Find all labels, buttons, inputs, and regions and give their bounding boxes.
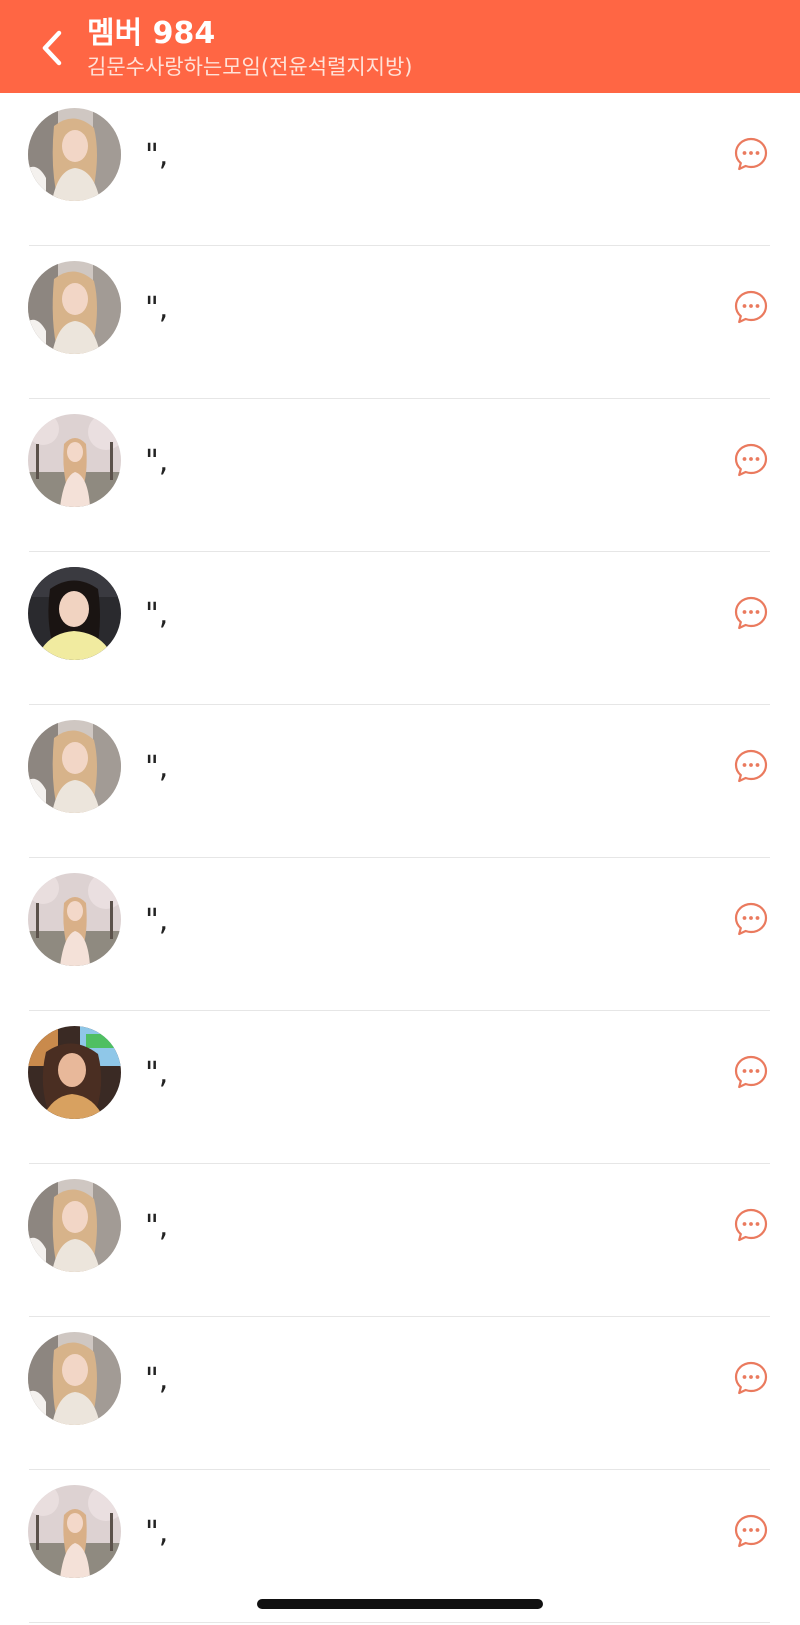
member-row[interactable]: ", bbox=[0, 246, 800, 399]
chat-bubble-ellipsis-icon bbox=[733, 749, 769, 788]
chat-bubble-ellipsis-icon bbox=[733, 902, 769, 941]
member-row[interactable]: ", bbox=[0, 399, 800, 552]
member-name: ", bbox=[145, 291, 169, 326]
member-row[interactable]: ", bbox=[0, 93, 800, 246]
chat-button[interactable] bbox=[733, 1513, 769, 1549]
member-avatar[interactable] bbox=[28, 1179, 121, 1272]
member-avatar[interactable] bbox=[28, 720, 121, 813]
group-name: 김문수사랑하는모임(전윤석렬지지방) bbox=[87, 55, 413, 79]
member-avatar[interactable] bbox=[28, 873, 121, 966]
member-row[interactable]: ", bbox=[0, 1011, 800, 1164]
chat-button[interactable] bbox=[733, 1360, 769, 1396]
chat-bubble-ellipsis-icon bbox=[733, 1208, 769, 1247]
chat-button[interactable] bbox=[733, 748, 769, 784]
member-avatar[interactable] bbox=[28, 108, 121, 201]
chevron-left-icon bbox=[42, 30, 62, 66]
member-avatar[interactable] bbox=[28, 1332, 121, 1425]
chat-button[interactable] bbox=[733, 136, 769, 172]
member-row[interactable]: ", bbox=[0, 858, 800, 1011]
chat-bubble-ellipsis-icon bbox=[733, 443, 769, 482]
member-row[interactable]: ", bbox=[0, 1317, 800, 1470]
member-row[interactable]: ", bbox=[0, 1164, 800, 1317]
chat-bubble-ellipsis-icon bbox=[733, 596, 769, 635]
member-name: ", bbox=[145, 750, 169, 785]
member-name: ", bbox=[145, 138, 169, 173]
member-name: ", bbox=[145, 1515, 169, 1550]
member-list: ", ", ", ", ", ", ", ", ", ", bbox=[0, 93, 800, 1623]
member-name: ", bbox=[145, 444, 169, 479]
chat-button[interactable] bbox=[733, 901, 769, 937]
chat-bubble-ellipsis-icon bbox=[733, 1514, 769, 1553]
member-row[interactable]: ", bbox=[0, 552, 800, 705]
chat-bubble-ellipsis-icon bbox=[733, 290, 769, 329]
home-indicator[interactable] bbox=[257, 1599, 543, 1609]
member-name: ", bbox=[145, 903, 169, 938]
chat-button[interactable] bbox=[733, 1207, 769, 1243]
chat-button[interactable] bbox=[733, 1054, 769, 1090]
page-title: 멤버 984 bbox=[87, 16, 216, 51]
member-row[interactable]: ", bbox=[0, 705, 800, 858]
member-name: ", bbox=[145, 1362, 169, 1397]
chat-bubble-ellipsis-icon bbox=[733, 137, 769, 176]
member-avatar[interactable] bbox=[28, 567, 121, 660]
member-name: ", bbox=[145, 1056, 169, 1091]
chat-bubble-ellipsis-icon bbox=[733, 1055, 769, 1094]
member-name: ", bbox=[145, 1209, 169, 1244]
member-avatar[interactable] bbox=[28, 1485, 121, 1578]
app-header: 멤버 984 김문수사랑하는모임(전윤석렬지지방) bbox=[0, 0, 800, 93]
chat-button[interactable] bbox=[733, 442, 769, 478]
member-name: ", bbox=[145, 597, 169, 632]
member-avatar[interactable] bbox=[28, 261, 121, 354]
chat-button[interactable] bbox=[733, 289, 769, 325]
chat-bubble-ellipsis-icon bbox=[733, 1361, 769, 1400]
back-button[interactable] bbox=[30, 24, 74, 72]
chat-button[interactable] bbox=[733, 595, 769, 631]
member-avatar[interactable] bbox=[28, 1026, 121, 1119]
member-avatar[interactable] bbox=[28, 414, 121, 507]
